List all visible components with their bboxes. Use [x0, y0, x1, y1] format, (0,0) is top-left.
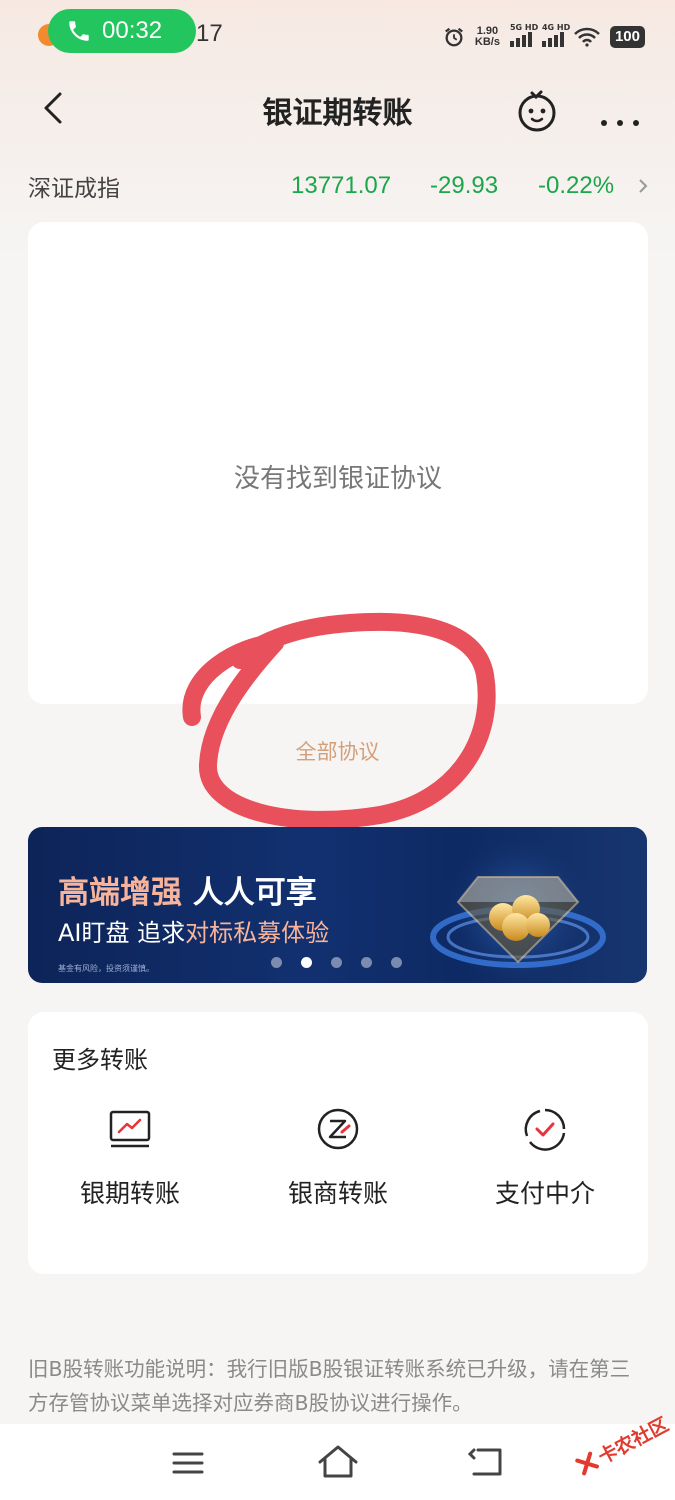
z-circle-icon [317, 1108, 359, 1150]
bank-merchant-transfer-button[interactable]: 银商转账 [253, 1106, 423, 1216]
more-transfers-title: 更多转账 [52, 1046, 148, 1074]
assistant-robot-icon[interactable] [514, 88, 560, 134]
sim2-label: 4G HD [541, 23, 571, 32]
carousel-dot[interactable] [271, 957, 282, 968]
banner-subtitle-lead: AI盯盘 追求 [58, 919, 186, 947]
empty-state-message: 没有找到银证协议 [233, 464, 442, 494]
banner-subtitle: AI盯盘 追求对标私募体验 [58, 913, 329, 948]
market-index-ticker[interactable]: 深证成指 13771.07 -29.93 -0.22% [0, 160, 675, 212]
home-icon[interactable] [316, 1442, 360, 1482]
check-circle-icon [524, 1108, 566, 1151]
page-title: 银证期转账 [262, 96, 413, 131]
app-nav-bar: 银证期转账 [0, 72, 675, 146]
clock-text: 17 [196, 20, 223, 47]
call-timer: 00:32 [102, 17, 163, 44]
system-back-icon[interactable] [466, 1444, 506, 1482]
bank-futures-transfer-button[interactable]: 银期转账 [45, 1106, 215, 1216]
carousel-dot-active[interactable] [301, 957, 312, 968]
carousel-dot[interactable] [361, 957, 372, 968]
carousel-dots [271, 957, 402, 968]
monitor-chart-icon [109, 1110, 151, 1148]
tile-label: 银商转账 [287, 1179, 388, 1208]
carousel-dot[interactable] [331, 957, 342, 968]
net-speed-unit: KB/s [474, 36, 500, 48]
chevron-right-icon [639, 179, 648, 193]
battery-indicator: 100 [609, 26, 645, 48]
phone-icon [69, 21, 89, 41]
recent-apps-icon[interactable] [168, 1446, 208, 1480]
tile-label: 支付中介 [494, 1179, 595, 1208]
more-options-icon[interactable] [596, 86, 644, 130]
alarm-clock-icon [444, 27, 463, 47]
carousel-dot[interactable] [391, 957, 402, 968]
wifi-icon [574, 27, 600, 47]
status-icons: 1.90 KB/s 5G HD 4G HD 100 [443, 23, 645, 50]
banner-title-highlight: 高端增强 [58, 875, 182, 911]
ongoing-call-pill[interactable]: 00:32 [48, 9, 196, 53]
index-value: 13771.07 [291, 172, 392, 199]
gold-diamond-illustration [430, 832, 606, 983]
watermark-text: 卡农社区 [594, 1413, 673, 1469]
index-name: 深证成指 [28, 176, 120, 202]
index-change-percent: -0.22% [538, 172, 615, 199]
sim1-label: 5G HD [509, 23, 539, 32]
banner-title: 高端增强 人人可享 [58, 867, 317, 912]
banner-subtitle-highlight: 对标私募体验 [185, 919, 330, 947]
network-speed: 1.90 KB/s [475, 26, 500, 48]
all-agreements-link[interactable]: 全部协议 [0, 736, 675, 766]
more-transfers-card: 更多转账 银期转账 银商转账 支付中介 [28, 1012, 648, 1274]
payment-intermediary-button[interactable]: 支付中介 [460, 1106, 630, 1216]
sim2-signal-icon: 4G HD [541, 23, 570, 47]
agreement-list-card: 没有找到银证协议 [28, 222, 648, 704]
banner-disclaimer: 基金有风险，投资须谨慎。 [58, 964, 154, 973]
b-share-transfer-notice: 旧B股转账功能说明：我行旧版B股银证转账系统已升级，请在第三方存管协议菜单选择对… [28, 1357, 631, 1415]
promo-banner[interactable]: 高端增强 人人可享 AI盯盘 追求对标私募体验 基金有风险，投资须谨慎。 [28, 827, 647, 983]
status-bar: 00:32 17 1.90 KB/s 5G HD 4G HD 100 [0, 0, 675, 70]
index-change: -29.93 [430, 172, 499, 199]
banner-title-rest: 人人可享 [192, 875, 317, 911]
sim1-signal-icon: 5G HD [509, 23, 538, 47]
tile-label: 银期转账 [79, 1179, 180, 1208]
